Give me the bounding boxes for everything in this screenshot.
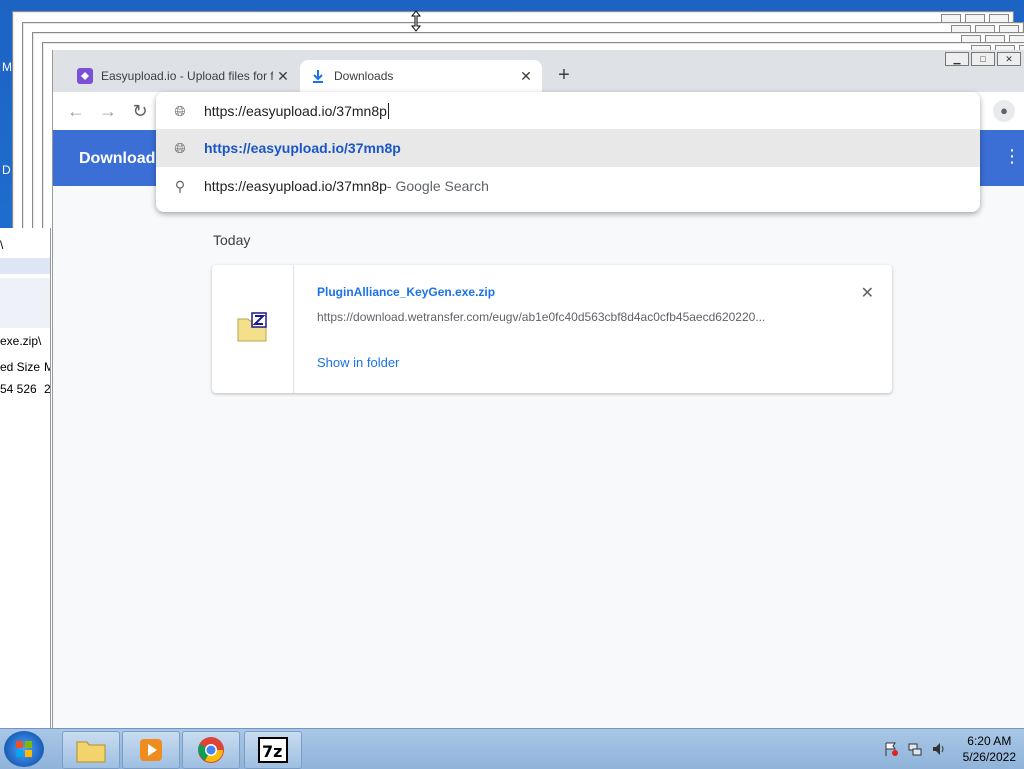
desktop-glyph-m: M (2, 60, 12, 74)
globe-icon: 🌐︎ (174, 102, 186, 119)
omnibox-suggestion-search[interactable]: ⚲ https://easyupload.io/37mn8p - Google … (156, 167, 980, 205)
action-center-flag-icon[interactable] (883, 741, 899, 757)
taskbar-7zip[interactable]: 7z (244, 731, 302, 769)
search-suffix-text: - Google Search (386, 178, 489, 194)
download-item: PluginAlliance_KeyGen.exe.zip https://do… (212, 265, 892, 393)
window-controls: ▁ □ ✕ (945, 52, 1021, 66)
chrome-icon (198, 737, 224, 763)
tab-easyupload[interactable]: Easyupload.io - Upload files for f ✕ (67, 60, 299, 92)
taskbar: 7z 6:20 AM 5/26/2022 (0, 728, 1024, 769)
folder-icon (76, 741, 106, 763)
volume-icon[interactable] (931, 741, 947, 757)
download-icon (313, 70, 323, 83)
download-filename-link[interactable]: PluginAlliance_KeyGen.exe.zip (317, 285, 495, 299)
media-player-icon (140, 739, 162, 761)
zip-row-value-2[interactable]: 2 (44, 382, 50, 396)
search-query-text: https://easyupload.io/37mn8p (204, 178, 387, 194)
tab-downloads[interactable]: Downloads ✕ (300, 60, 542, 92)
zip-col-header-2[interactable]: M (44, 360, 50, 374)
7zip-icon: 7z (258, 737, 288, 763)
maximize-button[interactable]: □ (971, 52, 995, 66)
globe-icon: 🌐︎ (174, 139, 186, 156)
clock-date: 5/26/2022 (962, 750, 1016, 764)
remove-download-icon[interactable]: ✕ (861, 283, 874, 303)
search-icon: ⚲ (174, 177, 186, 194)
suggestion-url-text: https://easyupload.io/37mn8p (204, 140, 401, 156)
back-button[interactable]: ← (65, 100, 87, 122)
start-button[interactable] (4, 731, 44, 767)
windows-logo-icon (16, 741, 32, 757)
desktop-glyph-d: D (2, 163, 11, 177)
zip-path-top: \ (0, 238, 4, 252)
network-icon[interactable] (907, 741, 923, 757)
date-section-label: Today (213, 232, 251, 248)
taskbar-explorer[interactable] (62, 731, 120, 769)
clock[interactable]: 6:20 AM 5/26/2022 (963, 733, 1016, 765)
omnibox-input-text[interactable]: https://easyupload.io/37mn8p (204, 103, 387, 119)
tab-strip: Easyupload.io - Upload files for f ✕ Dow… (53, 50, 1024, 92)
tab-close-icon[interactable]: ✕ (273, 68, 293, 85)
zip-col-header[interactable]: ed Size (0, 360, 40, 374)
taskbar-chrome[interactable] (182, 731, 240, 769)
forward-button[interactable]: → (97, 100, 119, 122)
tab-title: Easyupload.io - Upload files for f (101, 69, 273, 83)
more-menu-icon[interactable]: ⋮ (1003, 146, 1021, 167)
easyupload-favicon-icon (77, 68, 93, 84)
minimize-button[interactable]: ▁ (945, 52, 969, 66)
omnibox-suggestion-url[interactable]: 🌐︎ https://easyupload.io/37mn8p (156, 129, 980, 167)
zip-row-value[interactable]: 54 526 (0, 382, 37, 396)
profile-avatar-icon[interactable]: ● (993, 100, 1015, 122)
tab-close-icon[interactable]: ✕ (516, 68, 536, 85)
page-title: Downloads (79, 150, 165, 167)
system-tray: 6:20 AM 5/26/2022 (883, 731, 1016, 767)
omnibox-dropdown: 🌐︎ https://easyupload.io/37mn8p 🌐︎ https… (156, 92, 980, 212)
zip-address-field[interactable]: exe.zip\ (0, 334, 41, 348)
download-source-url[interactable]: https://download.wetransfer.com/eugv/ab1… (317, 310, 822, 324)
tab-title: Downloads (334, 69, 394, 83)
new-tab-button[interactable]: + (554, 64, 574, 87)
zip-window-fragment: \ exe.zip\ ed Size M 54 526 2 (0, 228, 51, 728)
show-in-folder-link[interactable]: Show in folder (317, 355, 399, 370)
svg-text:7z: 7z (262, 742, 282, 761)
close-window-button[interactable]: ✕ (997, 52, 1021, 66)
resize-cursor-icon (410, 10, 422, 32)
clock-time: 6:20 AM (967, 734, 1012, 748)
taskbar-media-player[interactable] (122, 731, 180, 769)
omnibox-input[interactable]: 🌐︎ https://easyupload.io/37mn8p (156, 92, 980, 130)
file-icon-column (212, 265, 294, 393)
reload-button[interactable]: ↻ (129, 100, 151, 122)
downloads-body: Today PluginAlliance_KeyGen.exe.zip http… (53, 186, 1024, 728)
zip-file-icon (237, 312, 267, 342)
